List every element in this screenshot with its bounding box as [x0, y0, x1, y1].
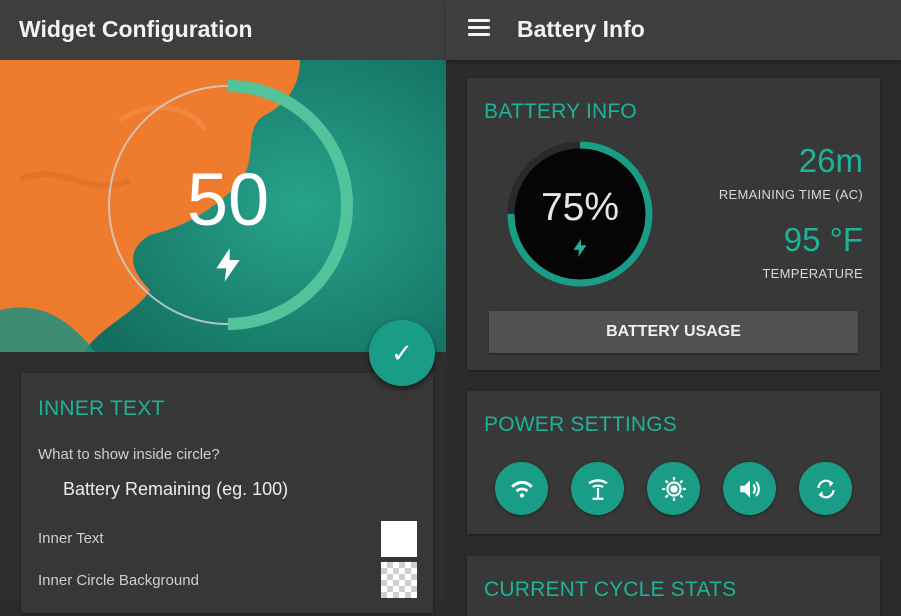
battery-info-card: BATTERY INFO 75% 26m REMAINING TIME (AC)…: [467, 78, 880, 370]
bolt-icon: [216, 248, 240, 282]
battery-info-panel: Battery Info BATTERY INFO 75% 26m REMAIN…: [446, 0, 901, 616]
menu-icon[interactable]: [468, 19, 490, 37]
power-settings-title: POWER SETTINGS: [484, 413, 677, 436]
inner-text-title: INNER TEXT: [38, 397, 165, 420]
current-cycle-stats-card: CURRENT CYCLE STATS: [467, 556, 880, 616]
brightness-button[interactable]: [647, 462, 700, 515]
left-app-bar: Widget Configuration: [0, 0, 446, 60]
wifi-icon: [510, 480, 533, 498]
inner-text-question: What to show inside circle?: [38, 446, 220, 463]
volume-icon: [739, 479, 760, 498]
charging-bolt-icon: [573, 238, 587, 258]
brightness-icon: [661, 476, 686, 501]
right-app-bar: Battery Info: [446, 0, 901, 60]
preview-value: 50: [186, 158, 270, 241]
app-title: Battery Info: [517, 16, 645, 42]
battery-gauge: 75%: [506, 140, 654, 288]
inner-circle-background-label: Inner Circle Background: [38, 572, 199, 589]
battery-info-title: BATTERY INFO: [484, 100, 637, 123]
page-title: Widget Configuration: [19, 16, 253, 42]
confirm-check-button[interactable]: ✓: [369, 320, 435, 386]
inner-text-color-swatch[interactable]: [381, 521, 417, 557]
inner-circle-background-swatch[interactable]: [381, 562, 417, 598]
battery-usage-button[interactable]: BATTERY USAGE: [489, 311, 858, 353]
volume-button[interactable]: [723, 462, 776, 515]
inner-text-selection[interactable]: Battery Remaining (eg. 100): [63, 479, 288, 500]
widget-preview: 50: [0, 60, 446, 352]
hotspot-toggle-button[interactable]: [571, 462, 624, 515]
hotspot-icon: [587, 478, 608, 500]
cycle-stats-title: CURRENT CYCLE STATS: [484, 578, 737, 601]
wifi-toggle-button[interactable]: [495, 462, 548, 515]
remaining-time-label: REMAINING TIME (AC): [718, 187, 863, 202]
sync-icon: [816, 479, 835, 498]
battery-percent: 75%: [540, 186, 620, 229]
widget-configuration-panel: Widget Configuration 50 ✓ INNER TEXT Wha…: [0, 0, 446, 613]
temperature-value: 95 °F: [783, 221, 863, 258]
inner-text-card: INNER TEXT What to show inside circle? B…: [21, 373, 433, 613]
sync-toggle-button[interactable]: [799, 462, 852, 515]
inner-text-color-label: Inner Text: [38, 530, 104, 547]
power-settings-card: POWER SETTINGS: [467, 391, 880, 534]
check-icon: ✓: [391, 337, 413, 368]
temperature-label: TEMPERATURE: [762, 266, 863, 281]
remaining-time-value: 26m: [798, 142, 863, 179]
